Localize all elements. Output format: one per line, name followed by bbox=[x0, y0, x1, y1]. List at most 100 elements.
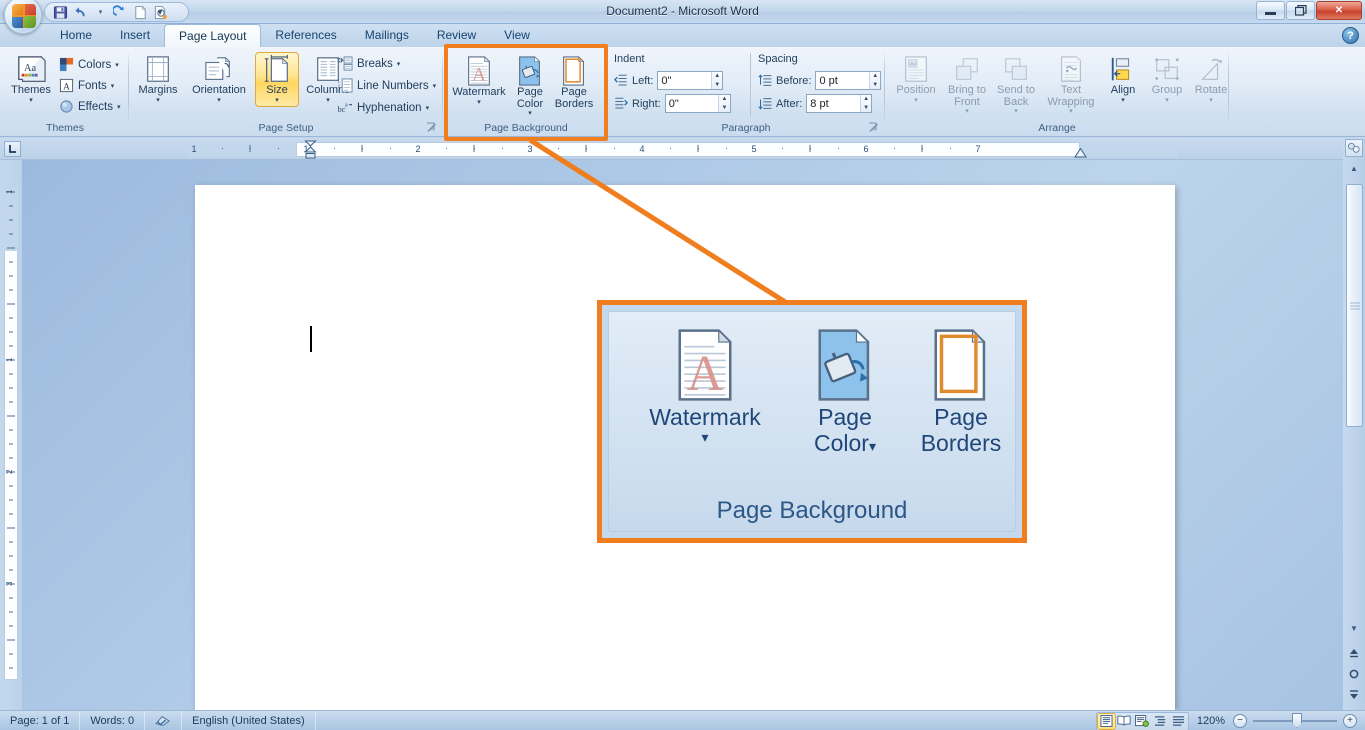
indent-left-spin-down[interactable]: ▼ bbox=[712, 81, 722, 90]
tab-review[interactable]: Review bbox=[423, 24, 490, 47]
status-word-count[interactable]: Words: 0 bbox=[80, 710, 146, 730]
minimize-button[interactable] bbox=[1256, 1, 1285, 20]
print-layout-view-button[interactable] bbox=[1096, 712, 1116, 730]
annotation-zoom-callout: A Watermark ▾ Page Color▾ Page Borders P… bbox=[597, 300, 1027, 543]
vertical-scrollbar[interactable]: ▲ ▼ bbox=[1343, 139, 1365, 710]
restore-button[interactable] bbox=[1286, 1, 1315, 20]
indent-left-input[interactable] bbox=[658, 72, 711, 89]
next-page-button[interactable] bbox=[1343, 686, 1365, 704]
indent-left-spin-arrows[interactable]: ▲ ▼ bbox=[710, 72, 723, 90]
tab-page-layout[interactable]: Page Layout bbox=[164, 24, 262, 47]
vertical-ruler[interactable]: 1 1 2 3 bbox=[0, 160, 22, 710]
spacing-after-spin-up[interactable]: ▲ bbox=[861, 95, 871, 104]
hyphenation-button[interactable]: bc a Hyphenation ▾ bbox=[334, 98, 432, 117]
zoom-out-button[interactable]: − bbox=[1233, 714, 1247, 728]
scrollbar-grip bbox=[1350, 300, 1360, 311]
spacing-after-input[interactable] bbox=[807, 95, 860, 112]
indent-right-spin-arrows[interactable]: ▲ ▼ bbox=[718, 95, 730, 113]
tab-insert[interactable]: Insert bbox=[106, 24, 164, 47]
rotate-button[interactable]: Rotate ▾ bbox=[1189, 53, 1233, 106]
draft-view-button[interactable] bbox=[1170, 714, 1187, 729]
scroll-up-button[interactable]: ▲ bbox=[1343, 159, 1365, 177]
watermark-icon: A bbox=[670, 326, 740, 404]
indent-left-spinbox[interactable]: ▲ ▼ bbox=[657, 71, 724, 90]
themes-label: Themes bbox=[11, 84, 51, 96]
position-button[interactable]: Position ▾ bbox=[890, 53, 942, 106]
orientation-button[interactable]: Orientation ▾ bbox=[185, 53, 253, 106]
select-browse-object-button[interactable] bbox=[1343, 665, 1365, 683]
spacing-before-spin-up[interactable]: ▲ bbox=[870, 72, 880, 81]
watermark-button[interactable]: A Watermark ▾ bbox=[450, 53, 508, 108]
align-icon bbox=[1109, 55, 1137, 85]
zoom-thumb[interactable] bbox=[1292, 713, 1302, 728]
tab-view[interactable]: View bbox=[490, 24, 544, 47]
svg-text:a: a bbox=[345, 103, 348, 109]
group-button[interactable]: Group ▾ bbox=[1145, 53, 1189, 106]
position-icon bbox=[902, 55, 930, 85]
indent-right-input[interactable] bbox=[665, 95, 719, 112]
scrollbar-thumb[interactable] bbox=[1346, 184, 1363, 427]
select-browse-object-icon[interactable] bbox=[1345, 139, 1363, 157]
indent-right-spin-up[interactable]: ▲ bbox=[719, 95, 729, 104]
spacing-after-spin-down[interactable]: ▼ bbox=[861, 104, 871, 113]
indent-right-spinbox[interactable]: ▲ ▼ bbox=[664, 94, 731, 113]
size-button[interactable]: Size ▾ bbox=[255, 52, 299, 107]
spacing-before-spin-down[interactable]: ▼ bbox=[870, 81, 880, 90]
indent-left-spin-up[interactable]: ▲ bbox=[712, 72, 722, 81]
theme-colors-button[interactable]: Colors ▾ bbox=[56, 55, 122, 74]
spacing-before-spin-arrows[interactable]: ▲ ▼ bbox=[869, 72, 881, 90]
first-line-indent-marker[interactable] bbox=[304, 140, 317, 159]
theme-effects-button[interactable]: Effects ▾ bbox=[56, 97, 123, 116]
spacing-after-spin-arrows[interactable]: ▲ ▼ bbox=[859, 95, 872, 113]
callout-page-borders-button[interactable]: Page Borders bbox=[903, 326, 1019, 456]
svg-text:1: 1 bbox=[191, 144, 196, 154]
align-button[interactable]: Align ▾ bbox=[1102, 53, 1144, 106]
outline-view-button[interactable] bbox=[1152, 714, 1169, 729]
tab-home[interactable]: Home bbox=[46, 24, 106, 47]
theme-fonts-icon: A bbox=[59, 78, 74, 93]
zoom-in-button[interactable]: + bbox=[1343, 714, 1357, 728]
line-numbers-button[interactable]: 1 2 3 Line Numbers ▾ bbox=[334, 76, 439, 95]
zoom-slider[interactable]: − + bbox=[1233, 713, 1365, 728]
zoom-level[interactable]: 120% bbox=[1189, 715, 1233, 727]
margins-button[interactable]: Margins ▾ bbox=[132, 53, 184, 106]
callout-watermark-button[interactable]: A Watermark ▾ bbox=[625, 326, 785, 444]
text-wrapping-button[interactable]: Text Wrapping ▾ bbox=[1041, 53, 1101, 117]
right-indent-marker[interactable] bbox=[1074, 148, 1087, 159]
indent-right-spin-down[interactable]: ▼ bbox=[719, 104, 729, 113]
indent-left-label: Left: bbox=[632, 74, 654, 87]
bring-to-front-button[interactable]: Bring to Front ▾ bbox=[943, 53, 991, 117]
send-to-back-button[interactable]: Send to Back ▾ bbox=[992, 53, 1040, 117]
spelling-check-icon[interactable] bbox=[145, 710, 183, 730]
hyphenation-icon: bc a bbox=[337, 100, 353, 115]
status-language[interactable]: English (United States) bbox=[182, 710, 316, 730]
theme-fonts-button[interactable]: A Fonts ▾ bbox=[56, 76, 117, 95]
group-separator-1 bbox=[128, 51, 129, 125]
spacing-after-spinbox[interactable]: ▲ ▼ bbox=[806, 94, 873, 113]
zoom-track[interactable] bbox=[1253, 713, 1337, 728]
scroll-down-button[interactable]: ▼ bbox=[1343, 619, 1365, 637]
page-color-button[interactable]: Page Color ▾ bbox=[510, 53, 550, 119]
close-button[interactable]: ✕ bbox=[1316, 1, 1362, 20]
spacing-before-input[interactable] bbox=[816, 72, 870, 89]
watermark-label: Watermark bbox=[452, 86, 506, 98]
svg-text:6: 6 bbox=[863, 144, 868, 154]
themes-button[interactable]: Aa Themes ▾ bbox=[8, 53, 54, 106]
full-screen-reading-view-button[interactable] bbox=[1116, 714, 1133, 729]
group-title-themes: Themes bbox=[46, 122, 84, 134]
indent-left-icon bbox=[614, 74, 628, 87]
horizontal-ruler[interactable]: 1 1 2 3 4 5 6 7 bbox=[0, 138, 1365, 160]
svg-text:1: 1 bbox=[5, 189, 14, 194]
previous-page-button[interactable] bbox=[1343, 644, 1365, 662]
page-borders-button[interactable]: Page Borders bbox=[552, 53, 596, 112]
status-page-number[interactable]: Page: 1 of 1 bbox=[0, 710, 81, 730]
tab-references[interactable]: References bbox=[261, 24, 350, 47]
web-layout-view-button[interactable] bbox=[1134, 714, 1151, 729]
breaks-button[interactable]: Breaks ▾ bbox=[334, 54, 403, 73]
spacing-before-spinbox[interactable]: ▲ ▼ bbox=[815, 71, 882, 90]
tab-mailings[interactable]: Mailings bbox=[351, 24, 423, 47]
callout-page-color-button[interactable]: Page Color▾ bbox=[791, 326, 899, 459]
breaks-caret: ▾ bbox=[396, 60, 401, 68]
help-icon[interactable]: ? bbox=[1342, 27, 1359, 44]
svg-text:1: 1 bbox=[5, 357, 14, 362]
